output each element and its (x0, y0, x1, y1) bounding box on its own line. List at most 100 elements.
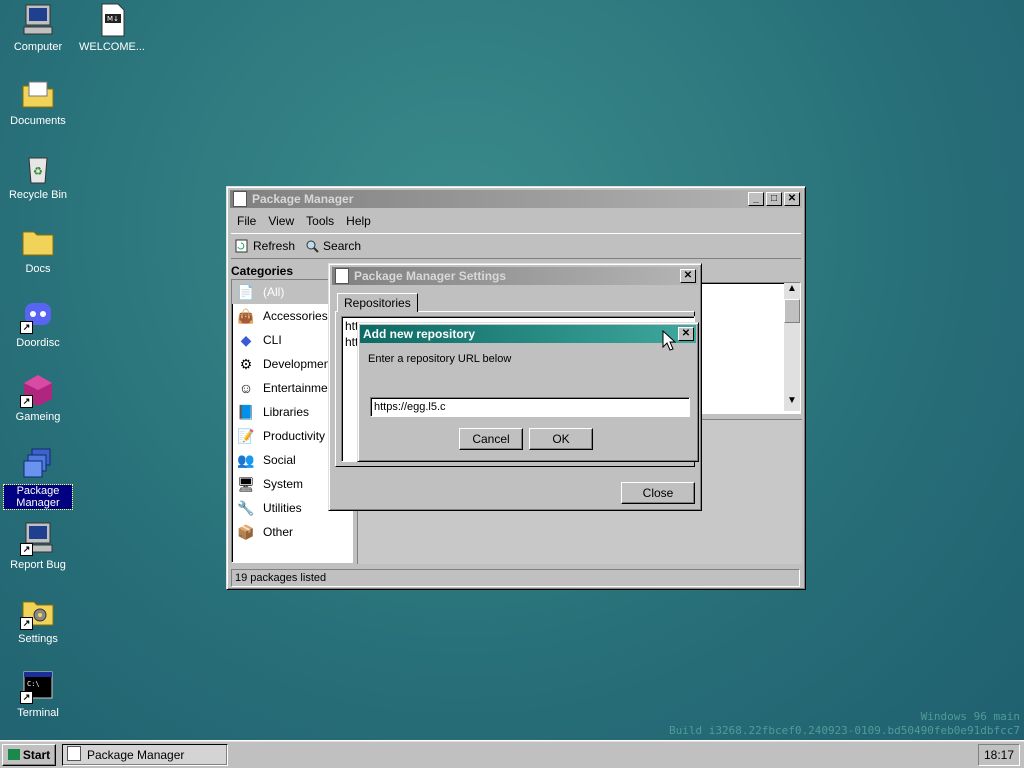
build-watermark-line2: Build i3268.22fbcef0.240923-0109.bd50490… (669, 724, 1020, 737)
desktop-icon-docs[interactable]: Docs (0, 224, 76, 275)
menu-tools[interactable]: Tools (300, 211, 340, 231)
desktop-icon-label: Gameing (15, 411, 61, 423)
start-button[interactable]: Start (2, 744, 56, 766)
development-icon: ⚙ (239, 356, 253, 372)
scroll-up-icon[interactable]: ▲ (784, 283, 800, 299)
desktop-icon-report-bug[interactable]: ↗ Report Bug (0, 520, 76, 571)
categories-header: Categories (231, 264, 294, 278)
desktop-icon-label: Docs (25, 263, 51, 275)
svg-text:♻: ♻ (33, 165, 43, 178)
add-repository-titlebar[interactable]: Add new repository ✕ (360, 325, 696, 343)
all-icon: 📄 (237, 284, 255, 300)
refresh-label: Refresh (253, 239, 296, 253)
desktop-icon-label: Documents (10, 115, 66, 127)
close-button[interactable]: ✕ (678, 327, 694, 341)
computer-bug-icon: ↗ (20, 520, 56, 556)
package-manager-title-icon (233, 191, 247, 207)
close-button[interactable]: Close (621, 482, 695, 504)
desktop-icon-label: Terminal (17, 707, 59, 719)
add-repository-dialog: Add new repository ✕ Enter a repository … (357, 322, 699, 462)
search-icon (306, 240, 319, 253)
discord-icon: ↗ (20, 298, 56, 334)
refresh-button[interactable]: Refresh (231, 237, 299, 255)
ok-button[interactable]: OK (529, 428, 593, 450)
window-title: Package Manager (252, 192, 354, 206)
desktop-icon-doordisc[interactable]: ↗ Doordisc (0, 298, 76, 349)
other-icon: 📦 (237, 524, 255, 540)
status-bar: 19 packages listed (231, 569, 800, 587)
scrollbar-vertical[interactable]: ▲ ▼ (784, 283, 800, 411)
dialog-title: Package Manager Settings (354, 269, 507, 283)
system-icon: 🖥 (237, 476, 255, 492)
social-icon: 👥 (237, 452, 255, 468)
package-manager-titlebar[interactable]: Package Manager _ □ ✕ (230, 190, 802, 208)
desktop-icon-label: Recycle Bin (8, 189, 68, 201)
close-button[interactable]: ✕ (784, 192, 800, 206)
computer-icon (20, 2, 56, 38)
build-watermark-line1: Windows 96 main (920, 710, 1020, 723)
markdown-file-icon: M↓ (94, 2, 130, 38)
menu-file[interactable]: File (231, 211, 262, 231)
package-manager-task-icon (67, 746, 81, 761)
shortcut-arrow-icon: ↗ (20, 617, 33, 630)
close-button[interactable]: ✕ (680, 269, 696, 283)
task-label: Package Manager (87, 748, 185, 762)
shortcut-arrow-icon: ↗ (20, 543, 33, 556)
search-button[interactable]: Search (301, 237, 365, 255)
desktop-icon-gameing[interactable]: ↗ Gameing (0, 372, 76, 423)
desktop-icon-computer[interactable]: Computer (0, 2, 76, 53)
desktop-icon-settings[interactable]: ↗ Settings (0, 594, 76, 645)
toolbar: Refresh Search (231, 233, 801, 259)
start-logo-icon (7, 749, 20, 760)
menu-view[interactable]: View (262, 211, 300, 231)
menu-help[interactable]: Help (340, 211, 377, 231)
game-cube-icon: ↗ (20, 372, 56, 408)
desktop-icon-package-manager[interactable]: Package Manager (0, 446, 76, 510)
prompt-text: Enter a repository URL below (368, 353, 512, 365)
category-item[interactable]: 📦 Other (232, 520, 352, 544)
documents-folder-icon (20, 76, 56, 112)
folder-icon (20, 224, 56, 260)
settings-title-icon (335, 268, 349, 284)
shortcut-arrow-icon: ↗ (20, 691, 33, 704)
desktop-icon-recycle-bin[interactable]: ♻ Recycle Bin (0, 150, 76, 201)
minimize-button[interactable]: _ (748, 192, 764, 206)
mouse-cursor-icon (662, 330, 676, 351)
svg-text:M↓: M↓ (107, 15, 119, 23)
scroll-down-icon[interactable]: ▼ (784, 395, 800, 411)
taskbar-item-package-manager[interactable]: Package Manager (62, 744, 228, 766)
libraries-icon: 📘 (237, 404, 255, 420)
search-label: Search (323, 239, 362, 253)
maximize-button[interactable]: □ (766, 192, 782, 206)
utilities-icon: 🔧 (237, 500, 255, 516)
desktop-icon-terminal[interactable]: C:\ ↗ Terminal (0, 668, 76, 719)
cli-icon: ◆ (240, 332, 252, 348)
menu-bar: File View Tools Help (231, 211, 377, 231)
accessories-icon: 👜 (237, 308, 255, 324)
desktop-icon-label: Report Bug (10, 559, 66, 571)
dialog-title: Add new repository (363, 327, 476, 341)
settings-folder-icon: ↗ (20, 594, 56, 630)
desktop-icon-label: Computer (13, 41, 63, 53)
desktop-icon-documents[interactable]: Documents (0, 76, 76, 127)
cancel-button[interactable]: Cancel (459, 428, 523, 450)
desktop-icon-welcome[interactable]: M↓ WELCOME... (74, 2, 150, 53)
tab-repositories[interactable]: Repositories (337, 293, 418, 312)
desktop-icon-label: WELCOME... (78, 41, 145, 53)
system-tray-clock[interactable]: 18:17 (978, 744, 1020, 766)
desktop-icon-label: Package Manager (3, 484, 73, 510)
settings-titlebar[interactable]: Package Manager Settings ✕ (332, 267, 698, 285)
taskbar: Start Package Manager 18:17 (0, 740, 1024, 768)
repository-url-input[interactable] (370, 397, 690, 417)
terminal-icon: C:\ ↗ (20, 668, 56, 704)
shortcut-arrow-icon: ↗ (20, 321, 33, 334)
start-label: Start (22, 748, 51, 762)
refresh-icon (235, 239, 248, 253)
package-manager-icon (20, 446, 56, 482)
scroll-thumb[interactable] (784, 299, 800, 323)
productivity-icon: 📝 (237, 428, 255, 444)
desktop-icon-label: Settings (18, 633, 58, 645)
entertainment-icon: ☺ (238, 380, 254, 396)
desktop-icon-label: Doordisc (16, 337, 60, 349)
svg-text:C:\: C:\ (27, 680, 40, 688)
